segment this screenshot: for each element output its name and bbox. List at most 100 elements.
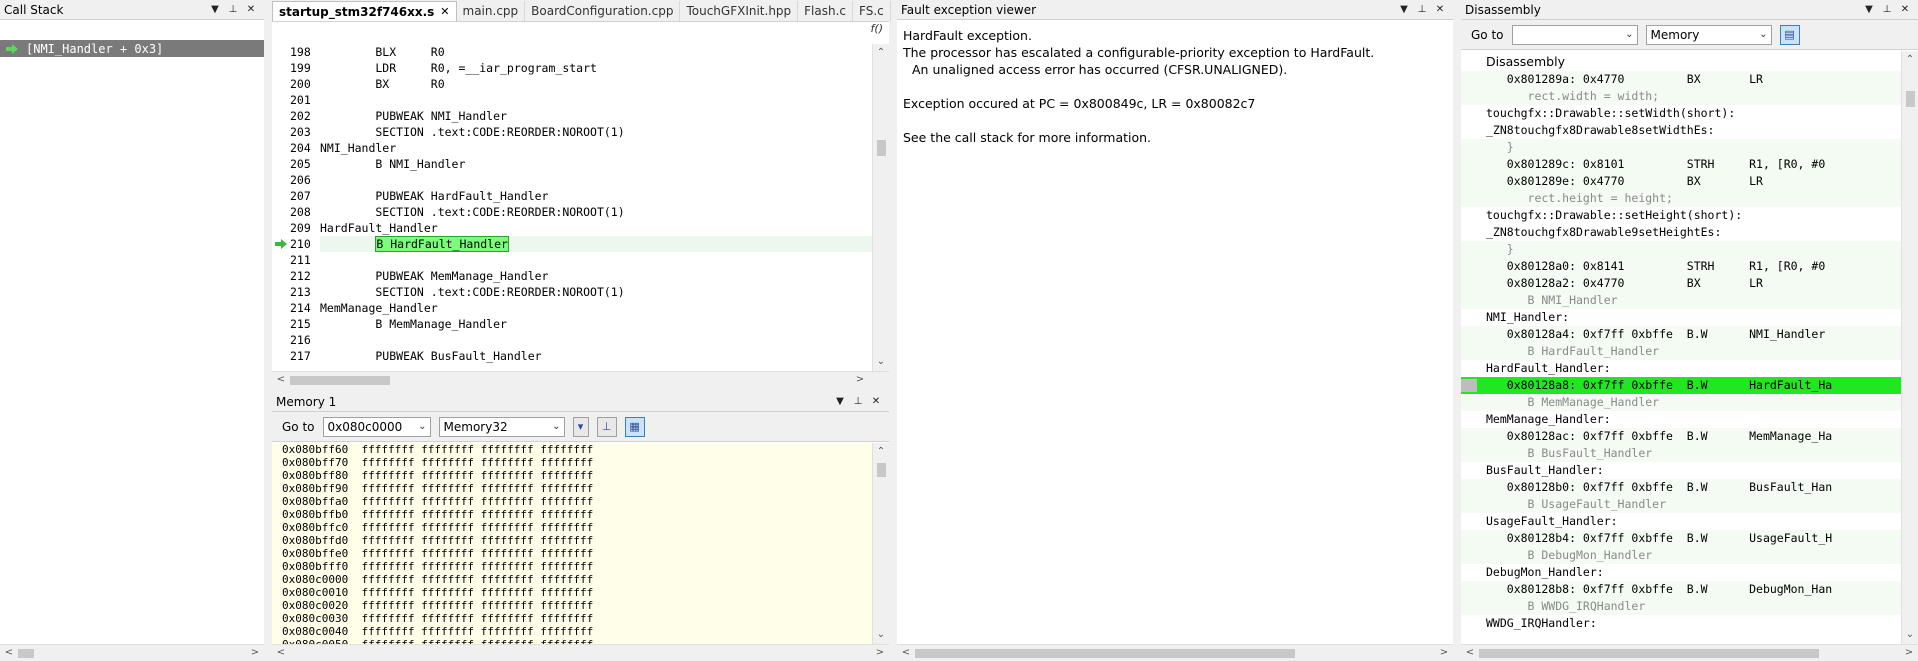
close-icon[interactable]: ✕ [1433,3,1447,17]
memory-row[interactable]: 0x080bff80 ffffffff ffffffff ffffffff ff… [282,469,872,482]
disassembly-hscrollbar[interactable]: < > [1461,644,1918,661]
instruction-row[interactable]: 0x801289c: 0x8101 STRH R1, [R0, #0 [1461,156,1901,173]
current-instruction-row[interactable]: 0x80128a8: 0xf7ff 0xbffe B.W HardFault_H… [1461,377,1901,394]
gutter[interactable] [272,204,290,220]
scroll-right-icon[interactable]: > [853,373,867,387]
memory-row[interactable]: 0x080bffe0 ffffffff ffffffff ffffffff ff… [282,547,872,560]
source-line-row[interactable]: B MemManage_Handler [1461,394,1901,411]
gutter[interactable] [272,220,290,236]
gutter[interactable] [272,140,290,156]
scroll-right-icon[interactable]: > [248,646,262,660]
code-line[interactable]: 205 B NMI_Handler [272,156,872,172]
memory-row[interactable]: 0x080bff90 ffffffff ffffffff ffffffff ff… [282,482,872,495]
pane-menu-icon[interactable]: ▼ [833,395,847,409]
gutter[interactable] [272,172,290,188]
gutter[interactable] [272,44,290,60]
scroll-thumb[interactable] [877,140,886,156]
memory-row[interactable]: 0x080bffb0 ffffffff ffffffff ffffffff ff… [282,508,872,521]
code-line[interactable]: 208 SECTION .text:CODE:REORDER:NOROOT(1) [272,204,872,220]
memory-row[interactable]: 0x080bffa0 ffffffff ffffffff ffffffff ff… [282,495,872,508]
code-line[interactable]: 203 SECTION .text:CODE:REORDER:NOROOT(1) [272,124,872,140]
source-line-row[interactable]: B DebugMon_Handler [1461,547,1901,564]
gutter[interactable] [272,252,290,268]
scroll-left-icon[interactable]: < [274,373,288,387]
memory-row[interactable]: 0x080c0000 ffffffff ffffffff ffffffff ff… [282,573,872,586]
editor-vscrollbar[interactable]: ⌃ ⌄ [872,44,889,371]
close-tab-icon[interactable]: ✕ [440,5,449,18]
pin-icon[interactable]: ⊥ [1415,3,1429,17]
label-row[interactable]: HardFault_Handler: [1461,360,1901,377]
gutter[interactable] [272,156,290,172]
instruction-row[interactable]: 0x80128ac: 0xf7ff 0xbffe B.W MemManage_H… [1461,428,1901,445]
gutter[interactable] [272,236,290,252]
code-line[interactable]: 201 [272,92,872,108]
scroll-thumb[interactable] [290,376,390,385]
label-row[interactable]: BusFault_Handler: [1461,462,1901,479]
instruction-row[interactable]: 0x801289e: 0x4770 BX LR [1461,173,1901,190]
scroll-right-icon[interactable]: > [1902,646,1916,660]
code-line[interactable]: 199 LDR R0, =__iar_program_start [272,60,872,76]
gutter[interactable] [272,284,290,300]
memory-vscrollbar[interactable]: ⌃ ⌄ [872,443,889,644]
scroll-left-icon[interactable]: < [2,646,16,660]
code-line[interactable]: 214 MemManage_Handler [272,300,872,316]
source-line-row[interactable]: } [1461,139,1901,156]
gutter[interactable] [272,92,290,108]
label-row[interactable]: NMI_Handler: [1461,309,1901,326]
scroll-up-icon[interactable]: ⌃ [874,445,888,459]
instruction-row[interactable]: 0x80128a0: 0x8141 STRH R1, [R0, #0 [1461,258,1901,275]
code-line[interactable]: 216 [272,332,872,348]
code-editor[interactable]: 198 BLX R0 199 LDR R0, =__iar_program_sta… [272,44,872,371]
scroll-left-icon[interactable]: < [1463,646,1477,660]
code-line[interactable]: 204 NMI_Handler [272,140,872,156]
label-row[interactable]: touchgfx::Drawable::setWidth(short): [1461,105,1901,122]
memory-view[interactable]: 0x080bff60 ffffffff ffffffff ffffffff ff… [272,443,872,644]
gutter[interactable] [272,60,290,76]
tab-2[interactable]: BoardConfiguration.cpp [525,1,681,21]
memory-hscrollbar[interactable]: < > [272,644,889,661]
scroll-thumb[interactable] [1906,91,1915,107]
memory-mode-select[interactable]: Memory32 ⌄ [438,416,565,437]
disassembly-vscrollbar[interactable]: ⌃ ⌄ [1901,51,1918,644]
label-row[interactable]: DebugMon_Handler: [1461,564,1901,581]
tab-4[interactable]: Flash.c [798,1,854,21]
memory-row[interactable]: 0x080c0040 ffffffff ffffffff ffffffff ff… [282,625,872,638]
scroll-up-icon[interactable]: ⌃ [874,46,888,60]
pin-icon[interactable]: ⊥ [1880,3,1894,17]
close-icon[interactable]: ✕ [869,395,883,409]
source-line-row[interactable]: rect.height = height; [1461,190,1901,207]
label-row[interactable]: UsageFault_Handler: [1461,513,1901,530]
source-line-row[interactable]: rect.width = width; [1461,88,1901,105]
memory-row[interactable]: 0x080bfff0 ffffffff ffffffff ffffffff ff… [282,560,872,573]
scroll-thumb[interactable] [18,649,34,658]
close-icon[interactable]: ✕ [244,3,258,17]
label-row[interactable]: touchgfx::Drawable::setHeight(short): [1461,207,1901,224]
code-line[interactable]: 200 BX R0 [272,76,872,92]
scroll-thumb[interactable] [877,463,886,477]
gutter[interactable] [272,348,290,364]
pin-icon[interactable]: ⊥ [226,3,240,17]
scroll-down-icon[interactable]: ⌄ [1903,628,1917,642]
call-stack-hscrollbar[interactable]: < > [0,644,264,661]
gutter[interactable] [272,108,290,124]
memory-fill-icon[interactable]: ⊥ [596,416,617,437]
code-line[interactable]: 213 SECTION .text:CODE:REORDER:NOROOT(1) [272,284,872,300]
disassembly-list[interactable]: 0x801289a: 0x4770 BX LR rect.width = wid… [1461,71,1901,644]
call-stack-frame[interactable]: [NMI_Handler + 0x3] [0,40,264,57]
pane-menu-icon[interactable]: ▼ [1862,3,1876,17]
tab-5[interactable]: FS.c [853,1,891,21]
code-line[interactable]: 202 PUBWEAK NMI_Handler [272,108,872,124]
label-row[interactable]: WWDG_IRQHandler: [1461,615,1901,632]
code-line[interactable]: 210 B HardFault_Handler [272,236,872,252]
instruction-row[interactable]: 0x801289a: 0x4770 BX LR [1461,71,1901,88]
fault-viewer-hscrollbar[interactable]: < > [897,644,1453,661]
scroll-right-icon[interactable]: > [1437,646,1451,660]
code-line[interactable]: 211 [272,252,872,268]
memory-row[interactable]: 0x080bffd0 ffffffff ffffffff ffffffff ff… [282,534,872,547]
scroll-down-icon[interactable]: ⌄ [874,355,888,369]
scroll-down-icon[interactable]: ⌄ [874,628,888,642]
code-line[interactable]: 212 PUBWEAK MemManage_Handler [272,268,872,284]
memory-options-button[interactable]: ▾ [572,416,589,437]
code-line[interactable]: 217 PUBWEAK BusFault_Handler [272,348,872,364]
disassembly-mode-select[interactable]: Memory ⌄ [1645,24,1772,45]
